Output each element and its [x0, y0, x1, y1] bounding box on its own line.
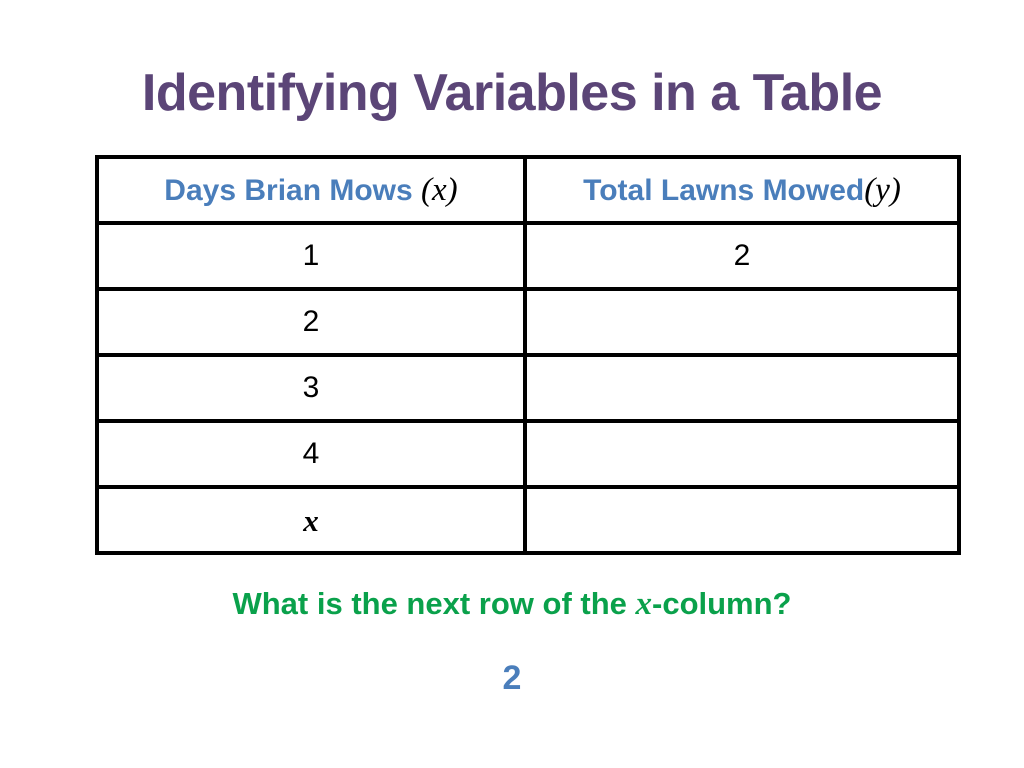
answer-value: 2 [502, 659, 522, 697]
question-prompt: What is the next row of the x-column? [0, 586, 1024, 622]
table-row: 4 [95, 419, 961, 489]
column-header-y: Total Lawns Mowed(y) [523, 155, 961, 225]
cell-y-row4 [523, 419, 961, 489]
question-prompt-part1: What is the next row of the [232, 586, 636, 621]
column-header-y-label: Total Lawns Mowed [583, 173, 865, 207]
cell-x-row1: 1 [95, 221, 527, 291]
column-header-x-variable: (x) [421, 171, 458, 208]
question-prompt-part2: -column? [652, 586, 792, 621]
table-row: 2 [95, 287, 961, 357]
table-row: 1 2 [95, 221, 961, 291]
table-header-row: Days Brian Mows (x) Total Lawns Mowed(y) [95, 155, 961, 225]
page-title: Identifying Variables in a Table [141, 64, 883, 122]
cell-y-row3 [523, 353, 961, 423]
column-header-x: Days Brian Mows (x) [95, 155, 527, 225]
table-row: x [95, 485, 961, 555]
cell-y-row2 [523, 287, 961, 357]
cell-x-row3: 3 [95, 353, 527, 423]
variables-table: Days Brian Mows (x) Total Lawns Mowed(y)… [95, 155, 961, 555]
question-prompt-variable: x [635, 586, 653, 622]
cell-x-row4: 4 [95, 419, 527, 489]
column-header-x-label: Days Brian Mows [164, 173, 422, 207]
cell-x-row2: 2 [95, 287, 527, 357]
cell-y-row5 [523, 485, 961, 555]
column-header-y-variable: (y) [864, 171, 901, 208]
table-row: 3 [95, 353, 961, 423]
cell-x-row5: x [95, 485, 527, 555]
cell-y-row1: 2 [523, 221, 961, 291]
